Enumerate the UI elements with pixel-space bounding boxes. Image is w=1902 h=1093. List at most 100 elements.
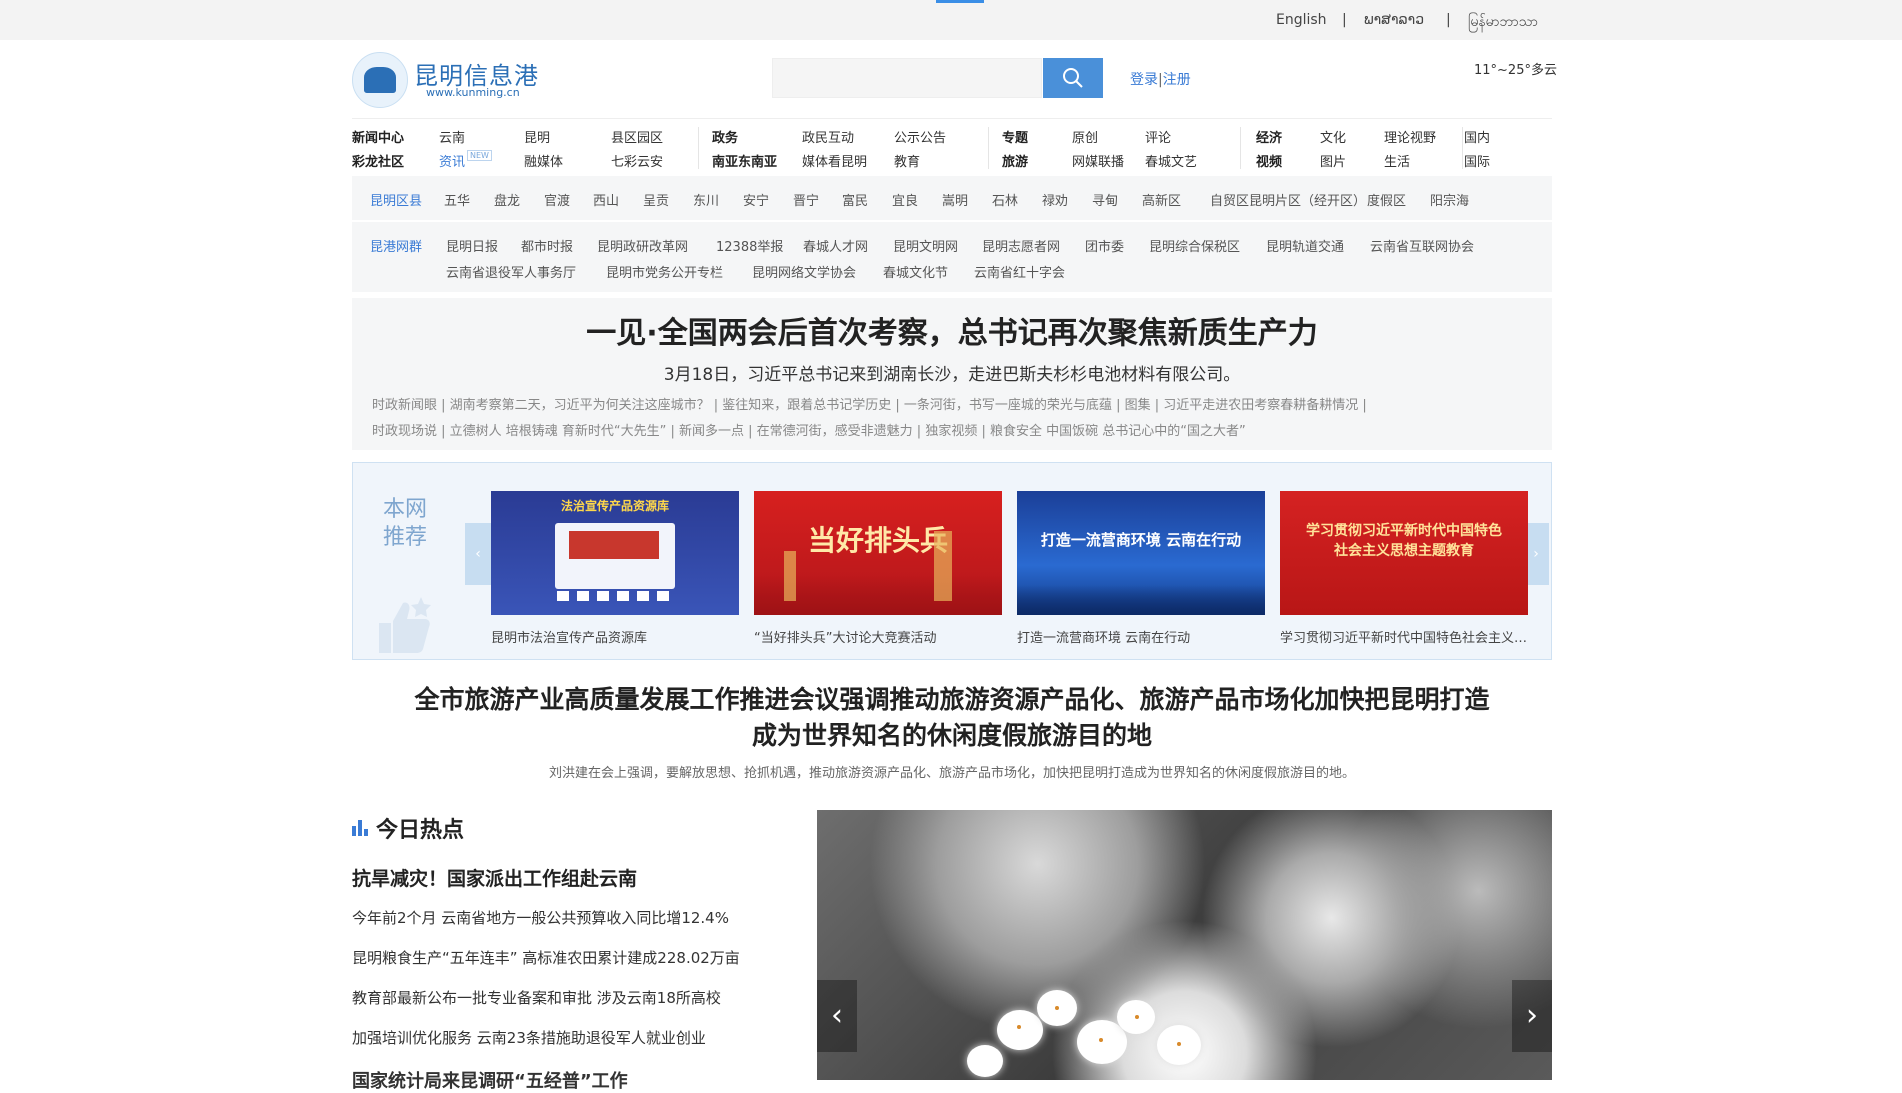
nav-domestic[interactable]: 国内 — [1464, 127, 1490, 146]
related-links-line[interactable]: 时政新闻眼 | 湖南考察第二天，习近平为何关注这座城市？ | 鉴往知来，跟着总书… — [372, 393, 1542, 419]
carousel-next-button[interactable]: › — [1512, 980, 1552, 1052]
district-link[interactable]: 晋宁 — [793, 190, 819, 209]
district-link[interactable]: 东川 — [693, 190, 719, 209]
carousel-prev-button[interactable]: ‹ — [817, 980, 857, 1052]
nav-media-view[interactable]: 媒体看昆明 — [802, 151, 867, 170]
network-group: 昆港网群 昆明日报 都市时报 昆明政研改革网 12388举报 春城人才网 昆明文… — [352, 222, 1552, 292]
search-icon — [1063, 68, 1083, 88]
recommend-item[interactable]: 法治宣传产品资源库 昆明市法治宣传产品资源库 — [491, 491, 739, 646]
nav-travel[interactable]: 旅游 — [1002, 151, 1028, 170]
district-link[interactable]: 官渡 — [544, 190, 570, 209]
register-link[interactable]: 注册 — [1163, 72, 1191, 88]
district-link[interactable]: 禄劝 — [1042, 190, 1068, 209]
group-link[interactable]: 云南省红十字会 — [974, 262, 1065, 281]
district-link[interactable]: 阳宗海 — [1430, 190, 1469, 209]
group-link[interactable]: 昆明市党务公开专栏 — [606, 262, 723, 281]
nav-safety[interactable]: 七彩云安 — [611, 151, 663, 170]
group-link[interactable]: 昆明文明网 — [893, 236, 958, 255]
nav-kunming[interactable]: 昆明 — [524, 127, 550, 146]
hot-top-story[interactable]: 抗旱减灾！国家派出工作组赴云南 — [352, 864, 637, 891]
search-button[interactable] — [1043, 58, 1103, 98]
nav-pictures[interactable]: 图片 — [1320, 151, 1346, 170]
nav-community[interactable]: 彩龙社区 — [352, 151, 404, 170]
recommend-prev-button[interactable]: ‹ — [465, 523, 491, 585]
nav-economy[interactable]: 经济 — [1256, 127, 1282, 146]
nav-divider — [1240, 127, 1241, 169]
group-link[interactable]: 昆明志愿者网 — [982, 236, 1060, 255]
recommend-item[interactable]: 打造一流营商环境 云南在行动 打造一流营商环境 云南在行动 — [1017, 491, 1265, 646]
nav-news-center[interactable]: 新闻中心 — [352, 127, 404, 146]
top-headline-title[interactable]: 一见·全国两会后首次考察，总书记再次聚焦新质生产力 — [352, 308, 1552, 352]
main-headline[interactable]: 全市旅游产业高质量发展工作推进会议强调推动旅游资源产品化、旅游产品市场化加快把昆… — [352, 682, 1552, 754]
district-link[interactable]: 嵩明 — [942, 190, 968, 209]
search-input[interactable] — [772, 58, 1042, 98]
district-link[interactable]: 自贸区昆明片区（经开区） — [1210, 190, 1366, 209]
login-link[interactable]: 登录 — [1130, 72, 1158, 88]
district-link[interactable]: 度假区 — [1367, 190, 1406, 209]
logo-icon — [352, 52, 408, 108]
group-link[interactable]: 昆明综合保税区 — [1149, 236, 1240, 255]
district-link[interactable]: 宜良 — [892, 190, 918, 209]
recommend-item[interactable]: 当好排头兵 “当好排头兵”大讨论大竞赛活动 — [754, 491, 1002, 646]
hot-list-item[interactable]: 加强培训优化服务 云南23条措施助退役军人就业创业 — [352, 1027, 706, 1048]
district-link[interactable]: 高新区 — [1142, 190, 1181, 209]
group-link[interactable]: 春城人才网 — [803, 236, 868, 255]
nav-notice[interactable]: 公示公告 — [894, 127, 946, 146]
group-link[interactable]: 团市委 — [1085, 236, 1124, 255]
nav-life[interactable]: 生活 — [1384, 151, 1410, 170]
top-bar: English | ພາສາລາວ | မြန်မာဘာသာ — [0, 0, 1902, 40]
district-link[interactable]: 五华 — [444, 190, 470, 209]
lang-lao-link[interactable]: ພາສາລາວ — [1364, 12, 1424, 28]
recommend-image: 法治宣传产品资源库 — [491, 491, 739, 615]
nav-culture[interactable]: 文化 — [1320, 127, 1346, 146]
hot-list-item[interactable]: 昆明粮食生产“五年连丰” 高标准农田累计建成228.02万亩 — [352, 947, 740, 968]
site-logo[interactable]: 昆明信息港 www.kunming.cn — [352, 50, 552, 108]
nav-media[interactable]: 融媒体 — [524, 151, 563, 170]
nav-yunnan[interactable]: 云南 — [439, 127, 465, 146]
group-link[interactable]: 昆明网络文学协会 — [752, 262, 856, 281]
group-link[interactable]: 春城文化节 — [883, 262, 948, 281]
thumbs-up-icon — [379, 597, 431, 653]
district-link[interactable]: 富民 — [842, 190, 868, 209]
lang-separator: | — [1446, 12, 1451, 28]
lang-myanmar-link[interactable]: မြန်မာဘာသာ — [1468, 12, 1538, 33]
top-headline-subtitle[interactable]: 3月18日，习近平总书记来到湖南长沙，走进巴斯夫杉杉电池材料有限公司。 — [352, 360, 1552, 385]
group-link[interactable]: 昆明日报 — [446, 236, 498, 255]
group-link[interactable]: 云南省退役军人事务厅 — [446, 262, 576, 281]
group-link[interactable]: 都市时报 — [521, 236, 573, 255]
nav-arts[interactable]: 春城文艺 — [1145, 151, 1197, 170]
nav-original[interactable]: 原创 — [1072, 127, 1098, 146]
group-link[interactable]: 昆明政研改革网 — [597, 236, 688, 255]
nav-theory[interactable]: 理论视野 — [1384, 127, 1436, 146]
related-links-line[interactable]: 时政现场说 | 立德树人 培根铸魂 育新时代“大先生” | 新闻多一点 | 在常… — [372, 419, 1542, 445]
district-link[interactable]: 寻甸 — [1092, 190, 1118, 209]
nav-government[interactable]: 政务 — [712, 127, 738, 146]
group-link[interactable]: 12388举报 — [716, 236, 783, 255]
nav-international[interactable]: 国际 — [1464, 151, 1490, 170]
photo-carousel[interactable]: ‹ › — [817, 810, 1552, 1080]
district-link[interactable]: 呈贡 — [643, 190, 669, 209]
nav-education[interactable]: 教育 — [894, 151, 920, 170]
nav-divider — [698, 127, 699, 169]
nav-web-broadcast[interactable]: 网媒联播 — [1072, 151, 1124, 170]
district-link[interactable]: 西山 — [593, 190, 619, 209]
nav-special[interactable]: 专题 — [1002, 127, 1028, 146]
recommend-caption: 学习贯彻习近平新时代中国特色社会主义思想主题教育 — [1280, 631, 1528, 646]
district-link[interactable]: 安宁 — [743, 190, 769, 209]
hot-list-item[interactable]: 国家统计局来昆调研“五经普”工作 — [352, 1067, 628, 1093]
group-link[interactable]: 云南省互联网协会 — [1370, 236, 1474, 255]
hot-list-item[interactable]: 教育部最新公布一批专业备案和审批 涉及云南18所高校 — [352, 987, 721, 1008]
nav-county[interactable]: 县区园区 — [611, 127, 663, 146]
nav-video[interactable]: 视频 — [1256, 151, 1282, 170]
nav-south-asia[interactable]: 南亚东南亚 — [712, 151, 777, 170]
recommend-item[interactable]: 学习贯彻习近平新时代中国特色社会主义思想主题教育 学习贯彻习近平新时代中国特色社… — [1280, 491, 1528, 646]
nav-comment[interactable]: 评论 — [1145, 127, 1171, 146]
recommend-image: 打造一流营商环境 云南在行动 — [1017, 491, 1265, 615]
group-link[interactable]: 昆明轨道交通 — [1266, 236, 1344, 255]
lang-english-link[interactable]: English — [1276, 12, 1327, 28]
hot-list-item[interactable]: 今年前2个月 云南省地方一般公共预算收入同比增12.4% — [352, 907, 729, 928]
district-link[interactable]: 石林 — [992, 190, 1018, 209]
nav-interaction[interactable]: 政民互动 — [802, 127, 854, 146]
district-link[interactable]: 盘龙 — [494, 190, 520, 209]
nav-info[interactable]: 资讯 NEW — [439, 150, 492, 170]
